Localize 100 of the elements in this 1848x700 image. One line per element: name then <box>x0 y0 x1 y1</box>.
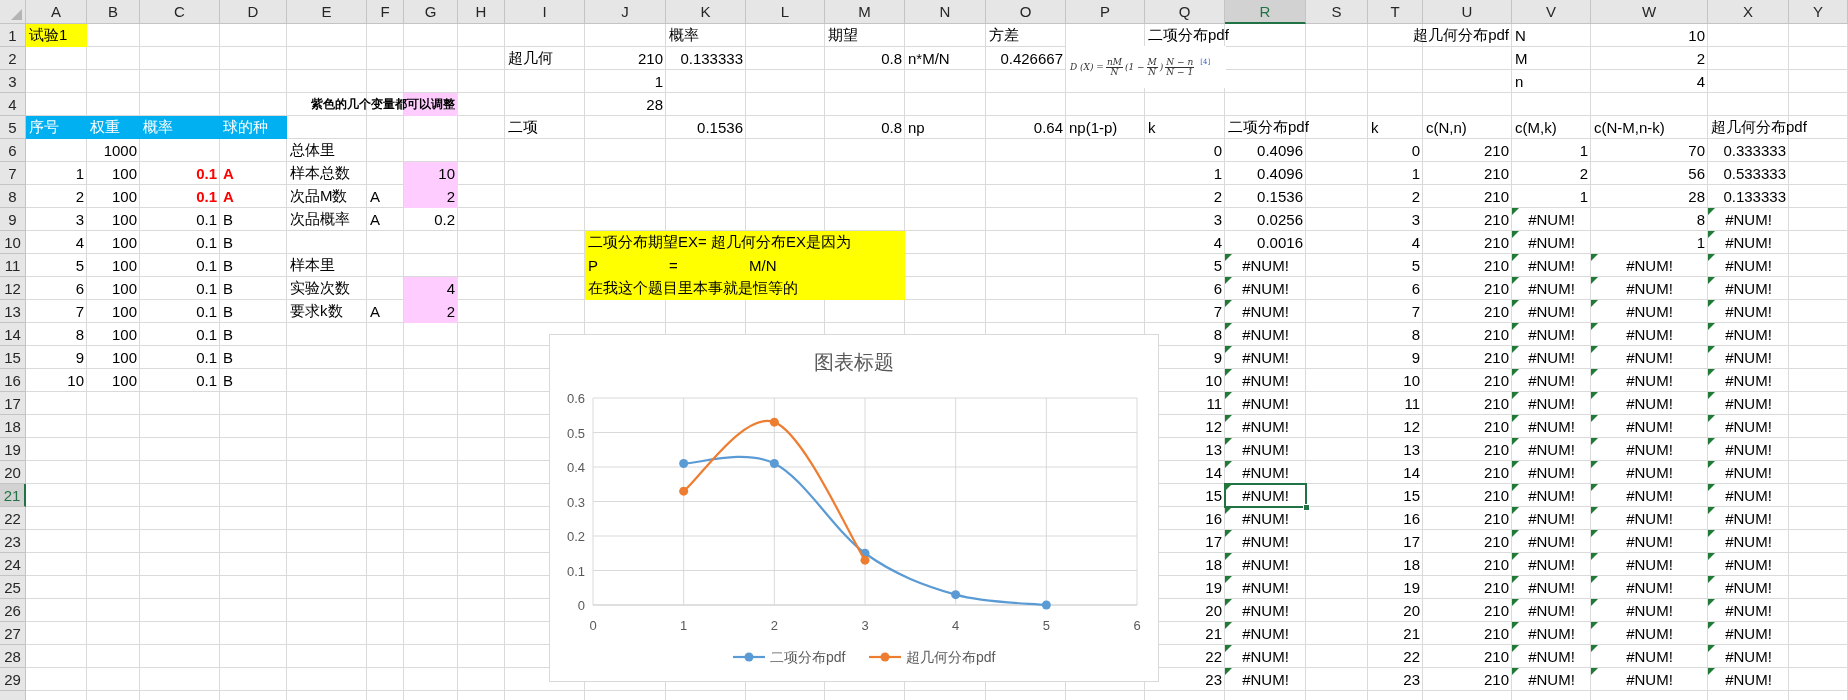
row-header[interactable]: 9 <box>0 208 26 231</box>
column-header[interactable]: P <box>1066 0 1145 24</box>
error-triangle-icon[interactable] <box>1591 392 1598 399</box>
column-header[interactable]: M <box>825 0 905 24</box>
row-header[interactable]: 11 <box>0 254 26 277</box>
error-triangle-icon[interactable] <box>1225 300 1232 307</box>
column-header[interactable]: W <box>1591 0 1708 24</box>
row-header[interactable]: 15 <box>0 346 26 369</box>
error-triangle-icon[interactable] <box>1591 599 1598 606</box>
error-triangle-icon[interactable] <box>1708 576 1715 583</box>
error-triangle-icon[interactable] <box>1708 300 1715 307</box>
error-triangle-icon[interactable] <box>1708 438 1715 445</box>
row-header[interactable]: 28 <box>0 645 26 668</box>
error-triangle-icon[interactable] <box>1591 484 1598 491</box>
error-triangle-icon[interactable] <box>1512 622 1519 629</box>
error-triangle-icon[interactable] <box>1708 484 1715 491</box>
error-triangle-icon[interactable] <box>1708 530 1715 537</box>
error-triangle-icon[interactable] <box>1512 599 1519 606</box>
error-triangle-icon[interactable] <box>1225 530 1232 537</box>
row-header[interactable]: 5 <box>0 116 26 139</box>
row-header[interactable]: 26 <box>0 599 26 622</box>
column-header[interactable]: Q <box>1145 0 1225 24</box>
row-header[interactable]: 10 <box>0 231 26 254</box>
column-header[interactable]: I <box>505 0 585 24</box>
row-header[interactable]: 19 <box>0 438 26 461</box>
error-triangle-icon[interactable] <box>1708 645 1715 652</box>
error-triangle-icon[interactable] <box>1591 415 1598 422</box>
row-header[interactable]: 16 <box>0 369 26 392</box>
column-header[interactable]: X <box>1708 0 1789 24</box>
error-triangle-icon[interactable] <box>1512 300 1519 307</box>
error-triangle-icon[interactable] <box>1225 254 1232 261</box>
row-header[interactable]: 3 <box>0 70 26 93</box>
error-triangle-icon[interactable] <box>1591 507 1598 514</box>
error-triangle-icon[interactable] <box>1708 599 1715 606</box>
error-triangle-icon[interactable] <box>1708 323 1715 330</box>
error-triangle-icon[interactable] <box>1512 553 1519 560</box>
row-header[interactable]: 12 <box>0 277 26 300</box>
error-triangle-icon[interactable] <box>1591 254 1598 261</box>
error-triangle-icon[interactable] <box>1708 415 1715 422</box>
row-header[interactable]: 2 <box>0 47 26 70</box>
error-triangle-icon[interactable] <box>1512 254 1519 261</box>
error-triangle-icon[interactable] <box>1708 208 1715 215</box>
error-triangle-icon[interactable] <box>1591 346 1598 353</box>
error-triangle-icon[interactable] <box>1708 346 1715 353</box>
error-triangle-icon[interactable] <box>1225 461 1232 468</box>
error-triangle-icon[interactable] <box>1591 438 1598 445</box>
row-header[interactable]: 20 <box>0 461 26 484</box>
row-header[interactable]: 4 <box>0 93 26 116</box>
column-header[interactable]: G <box>404 0 458 24</box>
row-header[interactable]: 23 <box>0 530 26 553</box>
error-triangle-icon[interactable] <box>1591 369 1598 376</box>
error-triangle-icon[interactable] <box>1225 346 1232 353</box>
error-triangle-icon[interactable] <box>1708 392 1715 399</box>
row-header[interactable]: 17 <box>0 392 26 415</box>
error-triangle-icon[interactable] <box>1512 208 1519 215</box>
error-triangle-icon[interactable] <box>1708 622 1715 629</box>
error-triangle-icon[interactable] <box>1591 461 1598 468</box>
error-triangle-icon[interactable] <box>1225 484 1232 491</box>
error-triangle-icon[interactable] <box>1512 415 1519 422</box>
row-header[interactable]: 6 <box>0 139 26 162</box>
error-triangle-icon[interactable] <box>1512 530 1519 537</box>
error-triangle-icon[interactable] <box>1225 277 1232 284</box>
row-header[interactable]: 14 <box>0 323 26 346</box>
error-triangle-icon[interactable] <box>1512 507 1519 514</box>
fill-handle[interactable] <box>1303 504 1310 511</box>
error-triangle-icon[interactable] <box>1225 323 1232 330</box>
error-triangle-icon[interactable] <box>1708 254 1715 261</box>
error-triangle-icon[interactable] <box>1591 668 1598 675</box>
error-triangle-icon[interactable] <box>1591 576 1598 583</box>
error-triangle-icon[interactable] <box>1708 231 1715 238</box>
error-triangle-icon[interactable] <box>1512 438 1519 445</box>
row-header[interactable]: 21 <box>0 484 26 507</box>
error-triangle-icon[interactable] <box>1708 668 1715 675</box>
column-header[interactable]: T <box>1368 0 1423 24</box>
error-triangle-icon[interactable] <box>1225 438 1232 445</box>
error-triangle-icon[interactable] <box>1512 668 1519 675</box>
row-header[interactable]: 8 <box>0 185 26 208</box>
row-header[interactable]: 29 <box>0 668 26 691</box>
error-triangle-icon[interactable] <box>1512 392 1519 399</box>
error-triangle-icon[interactable] <box>1512 576 1519 583</box>
column-header[interactable]: O <box>986 0 1066 24</box>
column-header[interactable]: J <box>585 0 666 24</box>
error-triangle-icon[interactable] <box>1512 277 1519 284</box>
column-header[interactable]: L <box>746 0 825 24</box>
error-triangle-icon[interactable] <box>1225 668 1232 675</box>
row-header[interactable]: 18 <box>0 415 26 438</box>
error-triangle-icon[interactable] <box>1512 231 1519 238</box>
column-header[interactable]: H <box>458 0 505 24</box>
column-header[interactable]: B <box>87 0 140 24</box>
column-header[interactable]: Y <box>1789 0 1848 24</box>
error-triangle-icon[interactable] <box>1591 645 1598 652</box>
row-header[interactable]: 24 <box>0 553 26 576</box>
error-triangle-icon[interactable] <box>1591 323 1598 330</box>
row-header[interactable]: 1 <box>0 24 26 47</box>
error-triangle-icon[interactable] <box>1225 553 1232 560</box>
column-header[interactable]: R <box>1225 0 1306 24</box>
column-header[interactable]: K <box>666 0 746 24</box>
error-triangle-icon[interactable] <box>1512 461 1519 468</box>
error-triangle-icon[interactable] <box>1708 369 1715 376</box>
error-triangle-icon[interactable] <box>1591 530 1598 537</box>
